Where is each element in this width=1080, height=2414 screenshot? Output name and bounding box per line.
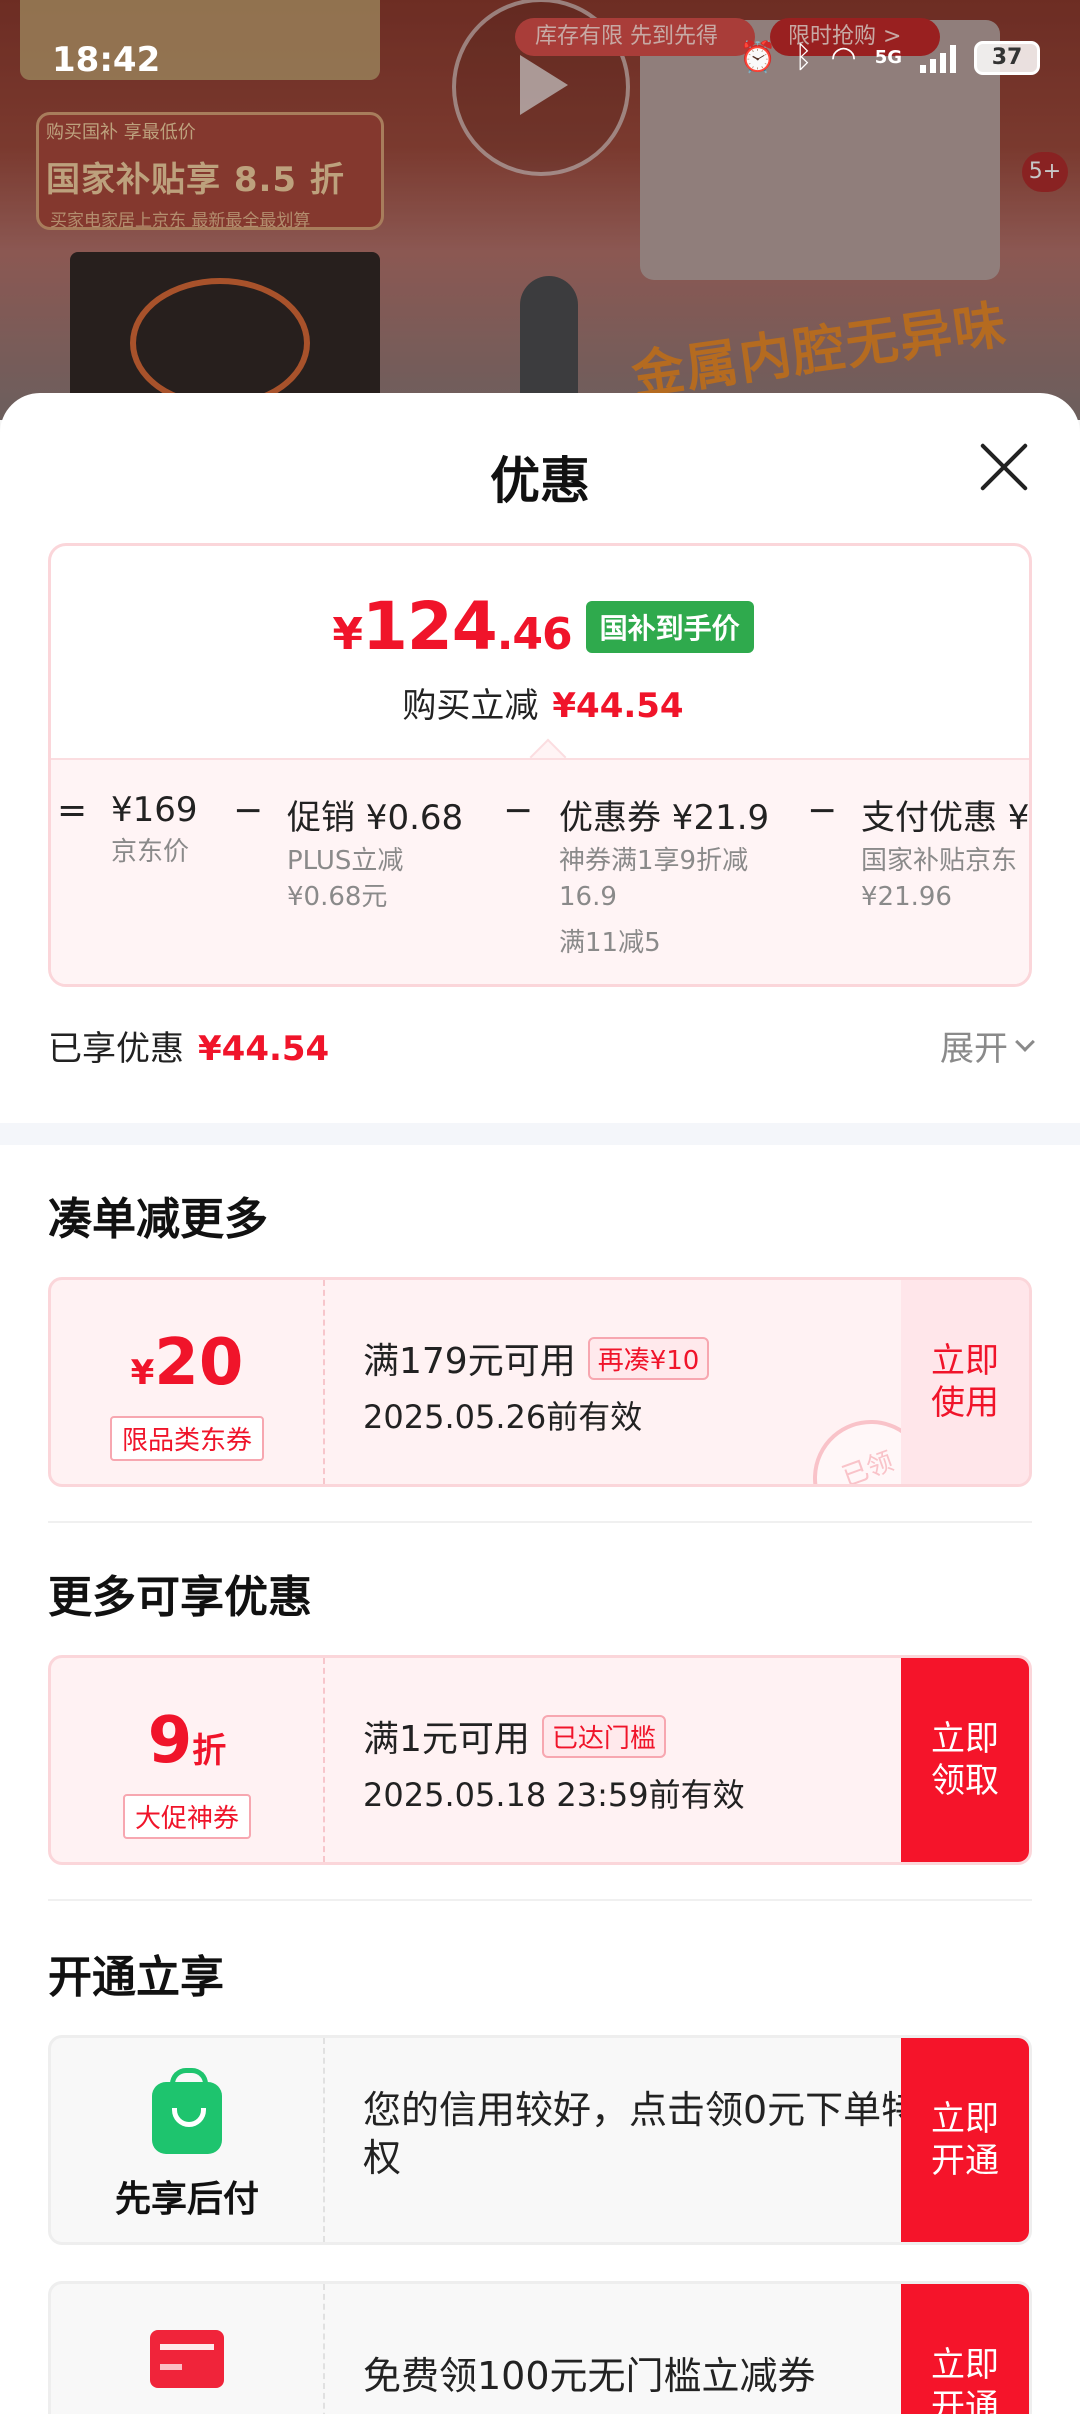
sheet-title: 优惠 (490, 452, 590, 510)
section-divider (48, 1899, 1032, 1901)
service-card-coupon: 免费领100元无门槛立减券 立即 开通 (48, 2281, 1032, 2414)
chevron-down-icon (1015, 1031, 1035, 1052)
price-summary-card: ¥124.46 国补到手价 购买立减 ¥44.54 = ¥169 京东价 − 促销… (48, 543, 1032, 987)
coupon-value-block: ¥20 限品类东券 (51, 1280, 323, 1484)
final-price-row: ¥124.46 国补到手价 (51, 588, 1029, 665)
coupon-value: ¥20 (130, 1326, 244, 1400)
status-bar: 18:42 ⏰ ᛒ ◠ 5G 37 (0, 0, 1080, 120)
service-icon-block: 先享后付 (51, 2038, 323, 2242)
coupon-info: 满179元可用 再凑¥10 2025.05.26前有效 (363, 1332, 710, 1438)
activate-now-button[interactable]: 立即 开通 (901, 2038, 1029, 2242)
coupon-kind: 大促神券 (122, 1794, 251, 1839)
coupon-kind: 限品类东券 (109, 1416, 264, 1461)
coupon-card-category: ¥20 限品类东券 满179元可用 再凑¥10 2025.05.26前有效 已领 … (48, 1277, 1032, 1487)
section-title-combine: 凑单减更多 (48, 1194, 268, 1245)
price-breakdown[interactable]: = ¥169 京东价 − 促销 ¥0.68 PLUS立减 ¥0.68元 − 优惠… (51, 758, 1030, 984)
breakdown-item-list-price: ¥169 京东价 (111, 790, 198, 867)
use-now-button[interactable]: 立即 使用 (901, 1280, 1029, 1484)
service-text: 免费领100元无门槛立减券 (363, 2354, 816, 2398)
price-type-tag: 国补到手价 (585, 600, 754, 653)
breakdown-operator: − (503, 790, 534, 831)
status-icons: ⏰ ᛒ ◠ 5G 37 (739, 40, 1040, 75)
credit-card-icon (150, 2330, 224, 2388)
coupon-info: 满1元可用 已达门槛 2025.05.18 23:59前有效 (363, 1710, 745, 1816)
savings-row: 购买立减 ¥44.54 (51, 678, 1029, 727)
status-time: 18:42 (52, 40, 161, 80)
service-divider (323, 2284, 325, 2414)
savings-value: ¥44.54 (552, 686, 684, 726)
close-icon[interactable] (976, 439, 1032, 495)
coupon-expiry: 2025.05.26前有效 (363, 1398, 643, 1436)
coupon-pill: 再凑¥10 (587, 1336, 710, 1380)
breakdown-item-promotion: 促销 ¥0.68 PLUS立减 ¥0.68元 (287, 798, 464, 912)
alarm-icon: ⏰ (739, 40, 777, 75)
bluetooth-icon: ᛒ (794, 40, 813, 75)
section-title-more: 更多可享优惠 (48, 1572, 312, 1623)
service-label: 先享后付 (114, 2179, 259, 2220)
activate-now-button[interactable]: 立即 开通 (901, 2284, 1029, 2414)
coupon-expiry: 2025.05.18 23:59前有效 (363, 1776, 745, 1814)
savings-label: 购买立减 (402, 686, 539, 726)
section-divider (48, 1521, 1032, 1523)
signal-icon (920, 43, 956, 73)
coupon-value: 9折 (147, 1704, 227, 1778)
breakdown-operator: − (233, 790, 264, 831)
service-text: 您的信用较好，点击领0元下单特权 (363, 2088, 920, 2180)
coupon-pill: 已达门槛 (541, 1714, 666, 1758)
enjoyed-discount-row: 已享优惠 ¥44.54 展开 (48, 1021, 1035, 1071)
coupon-value-block: 9折 大促神券 (51, 1658, 323, 1862)
coupon-divider (323, 1658, 325, 1862)
coupon-card-discount: 9折 大促神券 满1元可用 已达门槛 2025.05.18 23:59前有效 立即… (48, 1655, 1032, 1865)
coupon-condition: 满179元可用 再凑¥10 (363, 1332, 710, 1384)
expand-button[interactable]: 展开 (940, 1021, 1035, 1070)
claim-now-button[interactable]: 立即 领取 (901, 1658, 1029, 1862)
breakdown-item-payment: 支付优惠 ¥ 国家补贴京东 ¥21.96 (861, 798, 1030, 912)
wifi-icon: ◠ (830, 40, 857, 75)
service-icon-block (51, 2284, 323, 2414)
network-type: 5G (874, 47, 902, 68)
enjoyed-value: ¥44.54 (198, 1029, 330, 1069)
section-gap (0, 1123, 1080, 1145)
breakdown-item-coupon: 优惠券 ¥21.9 神券满1享9折减 16.9 满11减5 (559, 798, 770, 958)
section-title-open: 开通立享 (48, 1952, 224, 2003)
service-card-pay-later: 先享后付 您的信用较好，点击领0元下单特权 立即 开通 (48, 2035, 1032, 2245)
coupon-divider (323, 1280, 325, 1484)
coupon-condition: 满1元可用 已达门槛 (363, 1710, 745, 1762)
battery-icon: 37 (974, 40, 1040, 75)
discount-sheet: 优惠 ¥124.46 国补到手价 购买立减 ¥44.54 = ¥169 京东价 −… (0, 393, 1080, 2414)
enjoyed-label: 已享优惠 (48, 1029, 184, 1069)
final-price: ¥124.46 (332, 588, 572, 665)
breakdown-operator: − (807, 790, 838, 831)
service-divider (323, 2038, 325, 2242)
shopping-bag-icon (152, 2068, 222, 2154)
breakdown-operator: = (57, 790, 88, 831)
